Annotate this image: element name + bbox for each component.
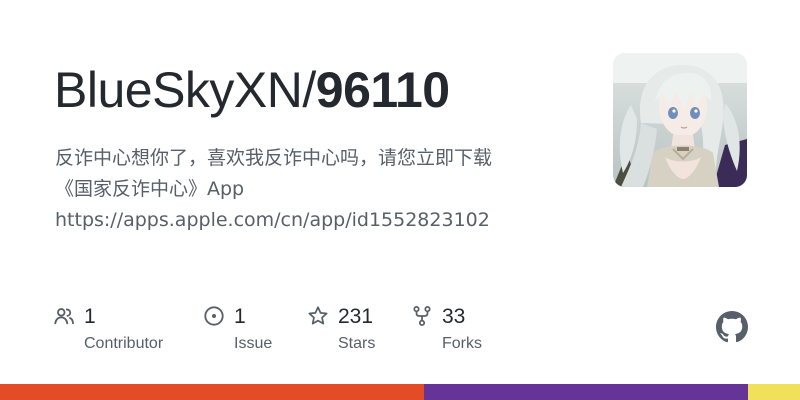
description-line: 反诈中心想你了，喜欢我反诈中心吗，请您立即下载: [55, 147, 493, 169]
stat-value: 33: [442, 305, 466, 328]
stat-value: 1: [234, 305, 246, 328]
stat-contributors[interactable]: 1 Contributor: [53, 300, 193, 356]
stat-forks[interactable]: 33 Forks: [411, 300, 511, 356]
star-icon: [308, 306, 328, 325]
owner-avatar[interactable]: [613, 53, 747, 187]
stat-label: Contributor: [84, 335, 164, 352]
repo-stats: 1 Contributor 1 Issue 231 Stars 33 Forks: [0, 300, 800, 360]
repo-title[interactable]: BlueSkyXN/96110: [54, 58, 450, 122]
stat-stars[interactable]: 231 Stars: [307, 300, 407, 356]
language-bar-segment: [424, 384, 748, 400]
avatar-illustration: [613, 53, 747, 187]
stat-label: Issue: [234, 335, 273, 352]
github-logo-icon[interactable]: [716, 311, 748, 343]
repo-owner: BlueSkyXN/: [54, 62, 316, 118]
language-bar: [0, 384, 800, 400]
stat-issues[interactable]: 1 Issue: [203, 300, 303, 356]
issue-icon: [204, 306, 224, 326]
stat-label: Stars: [338, 335, 376, 352]
stat-value: 1: [84, 305, 96, 328]
repo-name: 96110: [315, 62, 450, 118]
description-line: 《国家反诈中心》App: [55, 178, 245, 200]
people-icon: [54, 308, 74, 325]
language-bar-segment: [0, 384, 424, 400]
language-bar-segment: [748, 384, 800, 400]
repo-description: 反诈中心想你了，喜欢我反诈中心吗，请您立即下载 《国家反诈中心》App http…: [55, 143, 575, 236]
fork-icon: [413, 306, 431, 326]
stat-value: 231: [338, 305, 374, 328]
stat-label: Forks: [442, 335, 482, 352]
description-link[interactable]: https://apps.apple.com/cn/app/id15528231…: [55, 205, 575, 236]
